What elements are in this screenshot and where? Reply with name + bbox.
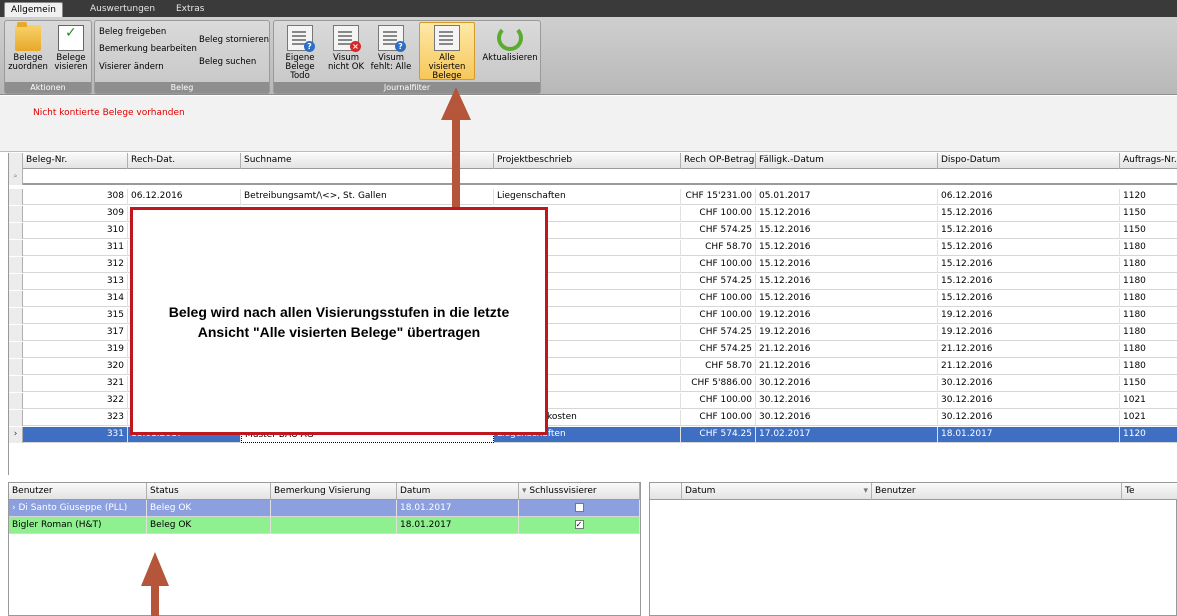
annotation-callout: Beleg wird nach allen Visierungsstufen i… bbox=[130, 207, 548, 435]
callout-line: Beleg wird nach allen Visierungsstufen i… bbox=[168, 304, 510, 320]
arrow-up-icon bbox=[141, 552, 169, 616]
arrow-up-icon bbox=[441, 87, 471, 210]
callout-text: Beleg wird nach allen Visierungsstufen i… bbox=[133, 302, 545, 342]
callout-line: Ansicht "Alle visierten Belege" übertrag… bbox=[197, 324, 481, 340]
